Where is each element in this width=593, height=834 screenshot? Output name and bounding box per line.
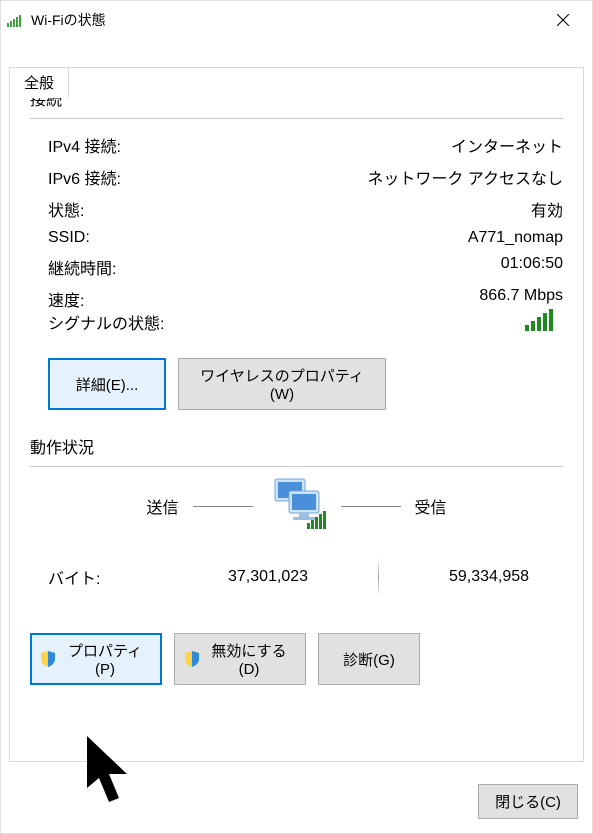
row-duration: 継続時間: 01:06:50 [48,251,563,283]
bytes-received-value: 59,334,958 [419,568,559,586]
wifi-signal-icon [7,13,25,27]
signal-strength-icon [525,307,557,336]
ipv4-label: IPv4 接続: [48,133,121,157]
close-button[interactable]: 閉じる(C) [478,784,578,819]
row-ssid: SSID: A771_nomap [48,225,563,251]
received-label: 受信 [415,494,515,518]
wireless-properties-button[interactable]: ワイヤレスのプロパティ(W) [178,358,386,410]
titlebar: Wi-Fiの状態 [1,1,592,39]
bytes-row: バイト: 37,301,023 59,334,958 [30,557,563,597]
row-ipv6: IPv6 接続: ネットワーク アクセスなし [48,161,563,193]
speed-label: 速度: [48,287,84,311]
bytes-label: バイト: [48,565,158,589]
bytes-separator [378,557,379,597]
row-signal: シグナルの状態: [48,307,563,336]
state-label: 状態: [48,197,84,221]
divider [30,466,563,467]
dialog-footer: 閉じる(C) [478,784,578,819]
ipv4-value: インターネット [451,133,563,157]
shield-icon [41,651,55,667]
tab-general[interactable]: 全般 [9,67,69,98]
connection-section-label: 接続 [30,86,563,110]
row-state: 状態: 有効 [48,193,563,225]
network-computers-icon [267,477,327,535]
divider [30,118,563,119]
duration-value: 01:06:50 [501,255,563,279]
wifi-status-window: Wi-Fiの状態 全般 接続 IPv4 接続: インターネット IPv6 接続: [0,0,593,834]
signal-label: シグナルの状態: [48,310,164,334]
connection-details: IPv4 接続: インターネット IPv6 接続: ネットワーク アクセスなし … [30,129,563,410]
diagnose-button[interactable]: 診断(G) [318,633,420,685]
ipv6-value: ネットワーク アクセスなし [367,165,563,189]
properties-button[interactable]: プロパティ(P) [30,633,162,685]
activity-graphic: 送信 [30,477,563,535]
tab-strip: 全般 接続 IPv4 接続: インターネット IPv6 接続: ネットワーク ア… [9,67,584,762]
row-ipv4: IPv4 接続: インターネット [48,129,563,161]
close-icon [557,14,569,26]
activity-button-row: プロパティ(P) 無効にする(D) 診断(G) [30,633,563,685]
window-close-button[interactable] [540,4,586,36]
bytes-sent-value: 37,301,023 [198,568,338,586]
connection-button-row: 詳細(E)... ワイヤレスのプロパティ(W) [48,358,563,410]
dash-left [193,506,253,507]
tab-panel-general: 接続 IPv4 接続: インターネット IPv6 接続: ネットワーク アクセス… [9,67,584,762]
ssid-value: A771_nomap [468,229,563,247]
shield-icon [185,651,199,667]
ipv6-label: IPv6 接続: [48,165,121,189]
duration-label: 継続時間: [48,255,116,279]
disable-button[interactable]: 無効にする(D) [174,633,306,685]
ssid-label: SSID: [48,229,90,247]
window-title: Wi-Fiの状態 [31,10,106,30]
activity-section-label: 動作状況 [30,434,563,458]
dash-right [341,506,401,507]
sent-label: 送信 [79,494,179,518]
properties-button-label: プロパティ(P) [59,640,151,678]
state-value: 有効 [531,197,563,221]
details-button[interactable]: 詳細(E)... [48,358,166,410]
activity-section: 動作状況 送信 [30,434,563,685]
disable-button-label: 無効にする(D) [203,640,295,678]
